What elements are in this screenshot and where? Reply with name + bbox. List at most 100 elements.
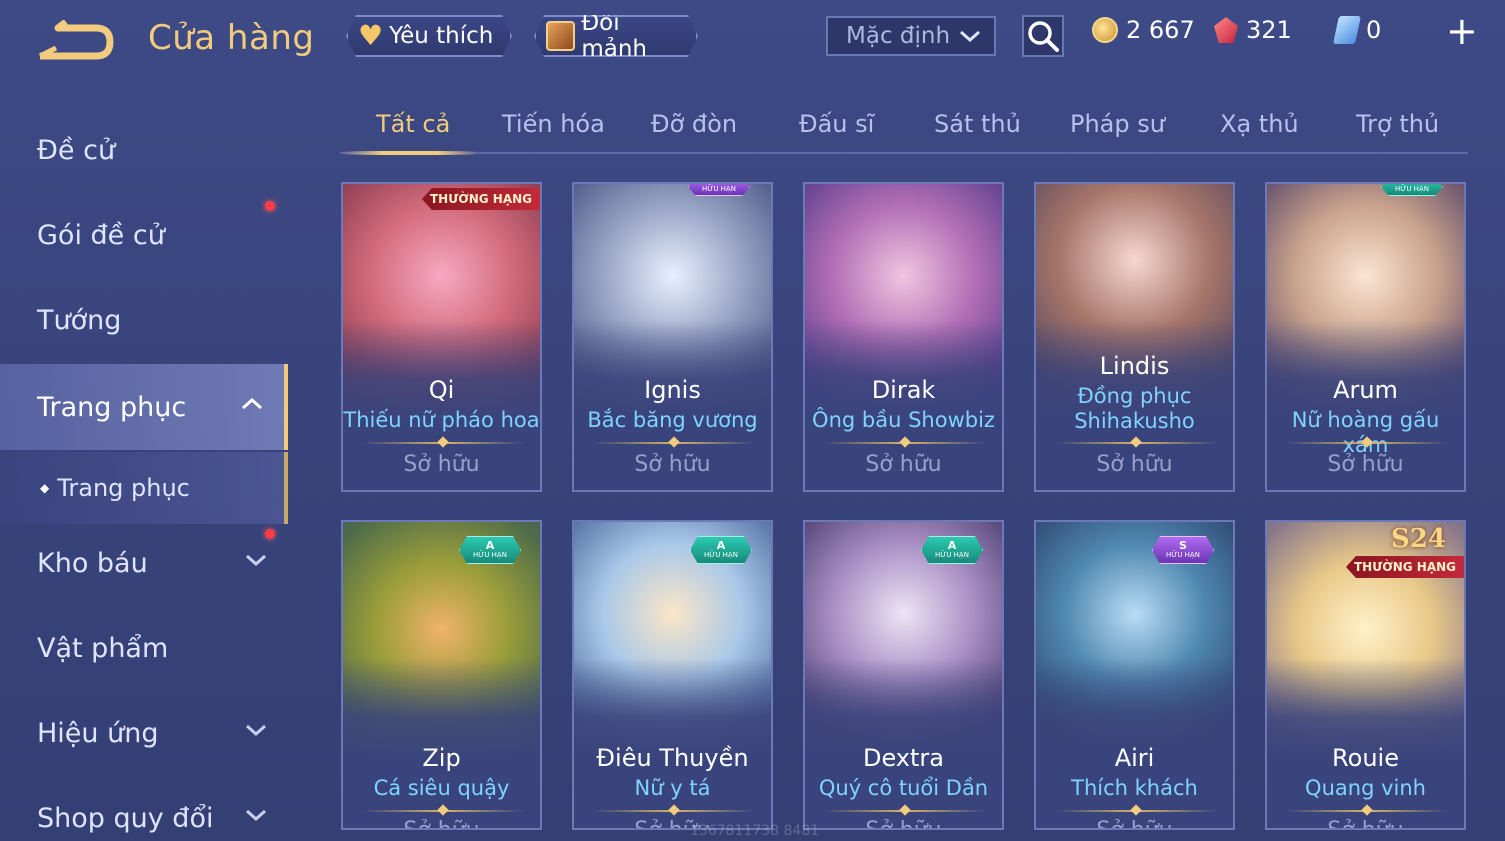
skin-card-rouie[interactable]: S24 THƯỜNG HẠNG Rouie Quang vinh Sở hữu: [1265, 520, 1466, 830]
ranked-badge: THƯỜNG HẠNG: [1345, 556, 1464, 578]
exchange-fragments-button[interactable]: Đổi mảnh: [534, 15, 698, 57]
owned-status: Sở hữu: [865, 452, 942, 477]
limited-badge: S HỮU HẠN: [1152, 536, 1214, 564]
divider: [363, 810, 524, 812]
skin-card-zip[interactable]: A HỮU HẠN Zip Cá siêu quậy Sở hữu: [341, 520, 542, 830]
skin-card-ignis[interactable]: HỮU HẠN Ignis Bắc băng vương Sở hữu: [572, 182, 773, 492]
owned-status: Sở hữu: [1327, 452, 1404, 477]
divider: [1287, 442, 1448, 444]
sidebar-item-label: Đề cử: [37, 134, 116, 166]
chevron-up-icon: [240, 392, 264, 422]
ruby-icon: [1214, 17, 1238, 43]
limited-badge: A HỮU HẠN: [690, 536, 752, 564]
favorites-button[interactable]: ♥ Yêu thích: [346, 15, 512, 57]
tab-fighter[interactable]: Đấu sĩ: [799, 110, 874, 138]
sidebar-item-label: Shop quy đổi: [37, 802, 214, 834]
sidebar-item-label: Hiệu ứng: [37, 717, 159, 749]
voucher-currency: 0: [1333, 16, 1381, 44]
tab-marksman[interactable]: Xạ thủ: [1220, 110, 1299, 138]
owned-status: Sở hữu: [1096, 452, 1173, 477]
sidebar-item-effects[interactable]: Hiệu ứng: [0, 690, 288, 776]
sidebar-item-label: Gói đề cử: [37, 219, 165, 251]
sidebar-item-featured[interactable]: Đề cử: [0, 107, 288, 193]
top-bar: Cửa hàng ♥ Yêu thích Đổi mảnh Mặc định 2…: [0, 0, 1505, 80]
hero-name: Rouie: [1332, 744, 1399, 772]
sidebar-item-treasure[interactable]: Kho báu: [0, 520, 288, 606]
hero-name: Dextra: [862, 744, 944, 772]
skin-name-line2: Shihakusho: [1074, 409, 1195, 433]
sidebar-item-exchange-shop[interactable]: Shop quy đổi: [0, 775, 288, 841]
card-fade: [574, 658, 771, 828]
favorites-label: Yêu thích: [389, 23, 494, 49]
skin-name: Nữ hoàng gấu xám: [1291, 408, 1440, 457]
back-arrow-icon: [38, 19, 114, 60]
skin-card-dieu-thuyen[interactable]: A HỮU HẠN Điêu Thuyền Nữ y tá Sở hữu: [572, 520, 773, 830]
voucher-icon: [1333, 16, 1361, 44]
skin-card-airi[interactable]: S HỮU HẠN Airi Thích khách Sở hữu: [1034, 520, 1235, 830]
grade-label: S: [1179, 539, 1187, 552]
hero-name: Ignis: [644, 376, 701, 404]
limited-badge: A HỮU HẠN: [921, 536, 983, 564]
plus-icon[interactable]: +: [1446, 12, 1478, 50]
tab-support[interactable]: Trợ thủ: [1356, 110, 1439, 138]
divider: [825, 442, 986, 444]
active-tab-indicator: [342, 151, 478, 155]
sidebar-item-skins[interactable]: Trang phục: [0, 364, 288, 450]
card-fade: [1267, 658, 1464, 828]
tab-assassin[interactable]: Sát thủ: [934, 110, 1021, 138]
notification-dot: [265, 201, 275, 211]
skin-name: Thiếu nữ pháo hoa: [343, 408, 540, 432]
tab-mage[interactable]: Pháp sư: [1070, 110, 1165, 138]
exchange-label: Đổi mảnh: [581, 10, 647, 62]
skin-name: Thích khách: [1071, 776, 1198, 800]
card-fade: [1036, 658, 1233, 828]
skin-name: Bắc băng vương: [587, 408, 758, 432]
tab-tank[interactable]: Đỡ đòn: [651, 110, 737, 138]
season-badge: S24: [1391, 524, 1446, 554]
limited-label: HỮU HẠN: [473, 551, 507, 559]
sort-value: Mặc định: [846, 23, 951, 49]
ruby-currency: 321: [1214, 16, 1292, 44]
limited-label: HỮU HẠN: [704, 551, 738, 559]
notification-dot: [265, 529, 275, 539]
skin-name: Nữ y tá: [634, 776, 711, 800]
limited-label: HỮU HẠN: [1166, 551, 1200, 559]
skin-name: Quý cô tuổi Dần: [818, 776, 989, 800]
back-button[interactable]: [36, 19, 116, 62]
skin-name: Ông bầu Showbiz: [812, 408, 995, 432]
skin-card-dirak[interactable]: Dirak Ông bầu Showbiz Sở hữu: [803, 182, 1004, 492]
divider: [594, 810, 755, 812]
sidebar-item-heroes[interactable]: Tướng: [0, 277, 288, 363]
sort-dropdown[interactable]: Mặc định: [826, 16, 996, 56]
heart-icon: ♥: [358, 19, 384, 52]
sidebar-item-items[interactable]: Vật phẩm: [0, 605, 288, 691]
skin-card-dextra[interactable]: A HỮU HẠN Dextra Quý cô tuổi Dần Sở hữu: [803, 520, 1004, 830]
owned-status: Sở hữu: [805, 818, 1002, 828]
hero-name: Arum: [1333, 376, 1398, 404]
skin-card-arum[interactable]: HỮU HẠN Arum Nữ hoàng gấu xám Sở hữu: [1265, 182, 1466, 492]
sidebar-item-label: Trang phục: [57, 474, 190, 502]
skin-name: Cá siêu quậy: [373, 776, 510, 800]
tab-all[interactable]: Tất cả: [376, 110, 450, 138]
hero-name: Lindis: [1099, 352, 1170, 380]
skin-name: Đồng phục: [1077, 384, 1192, 408]
tab-evolution[interactable]: Tiến hóa: [502, 110, 605, 138]
hero-name: Qi: [428, 376, 455, 404]
sidebar-subitem-skins[interactable]: ◆ Trang phục: [0, 452, 288, 524]
skin-card-lindis[interactable]: Lindis Đồng phục Shihakusho Sở hữu: [1034, 182, 1235, 492]
sidebar-item-featured-packs[interactable]: Gói đề cử: [0, 192, 288, 278]
hero-name: Dirak: [871, 376, 936, 404]
skin-name: Quang vinh: [1305, 776, 1426, 800]
grade-label: A: [716, 539, 726, 552]
gold-amount: 2 667: [1126, 16, 1195, 44]
watermark: 1367811738 8481: [690, 823, 820, 839]
hero-name: Điêu Thuyền: [596, 744, 749, 772]
search-button[interactable]: [1022, 15, 1064, 57]
sidebar-item-label: Trang phục: [37, 391, 187, 423]
skin-card-qi[interactable]: THƯỜNG HẠNG Qi Thiếu nữ pháo hoa Sở hữu: [341, 182, 542, 492]
chevron-down-icon: [244, 548, 268, 578]
divider: [363, 442, 524, 444]
limited-badge: HỮU HẠN: [688, 182, 750, 196]
owned-status: Sở hữu: [1267, 818, 1464, 828]
sidebar-item-label: Vật phẩm: [37, 632, 169, 664]
